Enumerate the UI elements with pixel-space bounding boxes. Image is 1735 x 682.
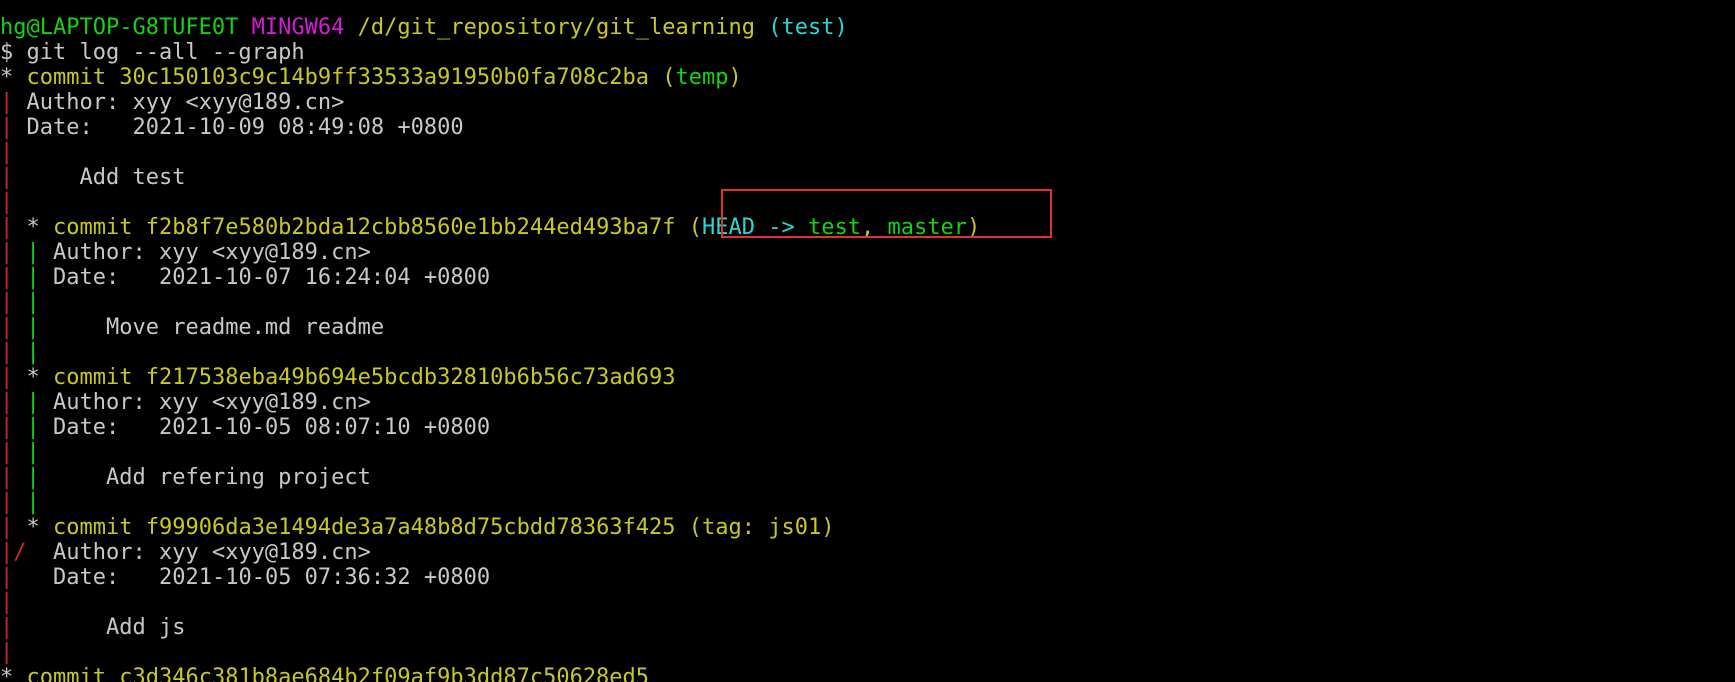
commit-author-2: | | Author: xyy <xyy@189.cn> <box>0 240 371 265</box>
message-value: Add test <box>79 165 186 190</box>
graph-spacer: | <box>0 140 14 165</box>
commit-date-2: | | Date: 2021-10-07 16:24:04 +0800 <box>0 265 491 290</box>
graph-spacer: | | <box>0 440 40 465</box>
branch-ref-test: test <box>808 215 861 240</box>
commit-label: commit <box>26 65 106 90</box>
branch-ref-temp: temp <box>675 65 729 90</box>
commit-header-1: * commit 30c150103c9c14b9ff33533a91950b0… <box>0 65 742 90</box>
prompt-branch: (test) <box>768 15 848 40</box>
command-line: $ git log --all --graph <box>0 40 305 65</box>
graph-merge-slash: / <box>13 540 27 565</box>
prompt-shell: MINGW64 <box>251 15 345 40</box>
shell-prompt: hg@LAPTOP-G8TUFE0T MINGW64 /d/git_reposi… <box>0 15 1735 40</box>
commit-author-1: | Author: xyy <xyy@189.cn> <box>0 90 345 115</box>
commit-hash-5[interactable]: c3d346c381b8ae684b2f09af9b3dd87c50628ed5 <box>119 665 649 682</box>
commit-header-4: | * commit f99906da3e1494de3a7a48b8d75cb… <box>0 515 835 540</box>
commit-hash-3[interactable]: f217538eba49b694e5bcdb32810b6b56c73ad693 <box>146 365 676 390</box>
commit-hash-4[interactable]: f99906da3e1494de3a7a48b8d75cbdd78363f425 <box>146 515 676 540</box>
graph-spacer: | | <box>0 340 40 365</box>
prompt-path: /d/git_repository/git_learning <box>357 15 755 40</box>
graph-spacer: | | <box>0 290 40 315</box>
commit-header-5: * commit c3d346c381b8ae684b2f09af9b3dd87… <box>0 665 1735 682</box>
commit-hash-1[interactable]: 30c150103c9c14b9ff33533a91950b0fa708c2ba <box>119 65 649 90</box>
commit-date-4: | Date: 2021-10-05 07:36:32 +0800 <box>0 565 491 590</box>
commit-author-4: |/ Author: xyy <xyy@189.cn> <box>0 540 371 565</box>
head-ref: HEAD -> <box>702 215 809 240</box>
commit-header-2: | * commit f2b8f7e580b2bda12cbb8560e1bb2… <box>0 215 981 240</box>
graph-star: * <box>0 65 14 90</box>
commit-date-1: | Date: 2021-10-09 08:49:08 +0800 <box>0 115 464 140</box>
commit-date-3: | | Date: 2021-10-05 08:07:10 +0800 <box>0 415 491 440</box>
graph-star: * <box>26 365 40 390</box>
graph-star: * <box>26 515 40 540</box>
graph-spacer: | | <box>0 490 40 515</box>
terminal-window[interactable]: hg@LAPTOP-G8TUFE0T MINGW64 /d/git_reposi… <box>0 15 1735 682</box>
graph-spacer: | <box>0 190 14 215</box>
graph-branch-line: | <box>0 90 14 115</box>
commit-message-1: | Add test <box>0 165 186 190</box>
author-value: xyy <xyy@189.cn> <box>132 90 345 115</box>
graph-star: * <box>0 665 14 682</box>
date-value: 2021-10-09 08:49:08 +0800 <box>132 115 464 140</box>
tag-ref: (tag: js01) <box>688 515 835 540</box>
graph-spacer: | <box>0 590 14 615</box>
prompt-userhost: hg@LAPTOP-G8TUFE0T <box>0 15 239 40</box>
commit-message-4: | Add js <box>0 615 186 640</box>
commit-message-3: | | Add refering project <box>0 465 371 490</box>
graph-spacer: | <box>0 640 14 665</box>
commit-header-3: | * commit f217538eba49b694e5bcdb32810b6… <box>0 365 676 390</box>
commit-hash-2[interactable]: f2b8f7e580b2bda12cbb8560e1bb244ed493ba7f <box>146 215 676 240</box>
graph-star: * <box>26 215 40 240</box>
commit-message-2: | | Move readme.md readme <box>0 315 385 340</box>
commit-author-3: | | Author: xyy <xyy@189.cn> <box>0 390 371 415</box>
branch-ref-master: master <box>887 215 967 240</box>
